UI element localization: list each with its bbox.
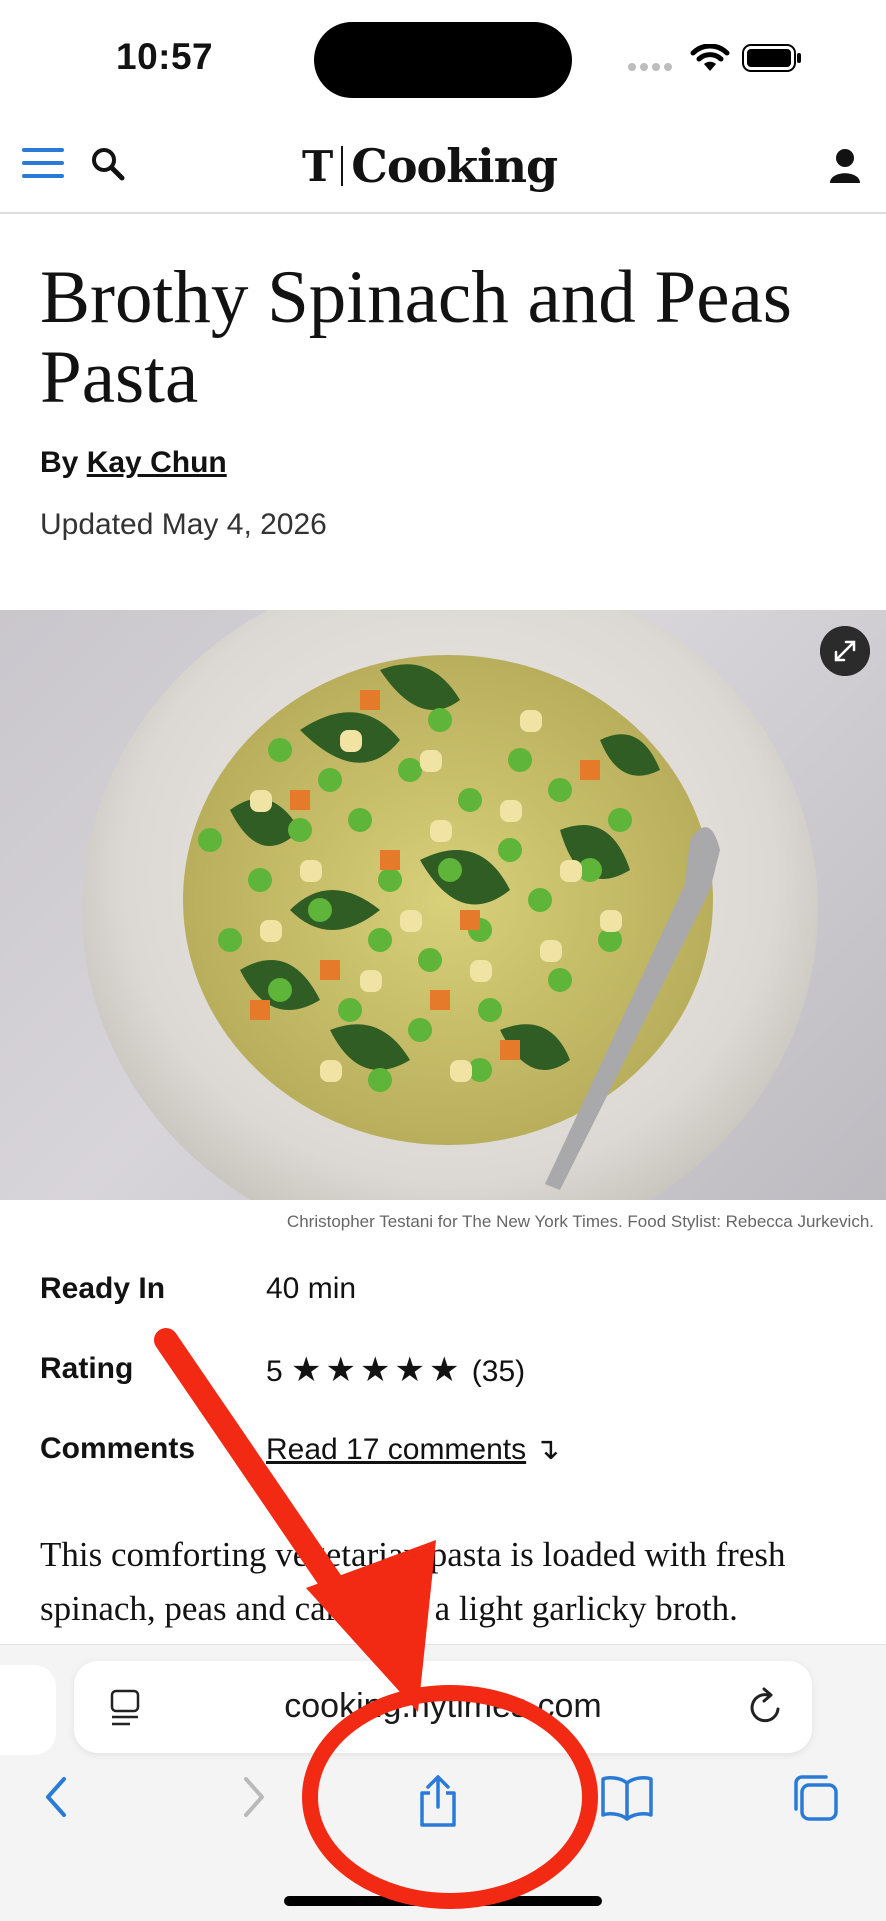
url-text: cooking.nytimes.com xyxy=(284,1687,602,1725)
reload-icon[interactable] xyxy=(746,1685,786,1729)
brand-name: Cooking xyxy=(351,139,558,193)
rating-count: (35) xyxy=(471,1355,526,1388)
comments-label: Comments xyxy=(40,1432,196,1465)
battery-icon xyxy=(742,44,801,72)
home-indicator xyxy=(284,1896,602,1906)
bookmarks-icon[interactable] xyxy=(600,1773,654,1821)
site-header: T Cooking xyxy=(0,120,886,214)
expand-image-icon[interactable] xyxy=(820,626,870,676)
cellular-signal-icon xyxy=(628,58,676,71)
tabs-icon[interactable] xyxy=(790,1773,840,1823)
read-comments-link[interactable]: Read 17 comments xyxy=(266,1433,526,1466)
account-icon[interactable] xyxy=(828,148,862,184)
forward-icon[interactable] xyxy=(238,1773,268,1821)
ready-in-value: 40 min xyxy=(266,1272,357,1305)
rating-stars: ★★★★★ xyxy=(291,1351,464,1389)
photo-caption: Christopher Testani for The New York Tim… xyxy=(286,1212,874,1231)
recipe-title: Brothy Spinach and Peas Pasta xyxy=(40,256,792,419)
dynamic-island xyxy=(314,22,572,98)
nyt-t-logo: T xyxy=(302,141,334,191)
safari-toolbar: cooking.nytimes.com xyxy=(0,1644,886,1921)
rating-row[interactable]: 5 ★★★★★ (35) xyxy=(266,1350,525,1390)
previous-tab-preview[interactable] xyxy=(0,1665,56,1755)
ready-in-label: Ready In xyxy=(40,1272,166,1305)
author-link[interactable]: Kay Chun xyxy=(87,446,227,479)
pasta-bowl-image xyxy=(82,610,818,1200)
comments-row[interactable]: Read 17 comments ↴ xyxy=(266,1432,560,1467)
byline: By Kay Chun xyxy=(40,446,227,480)
back-icon[interactable] xyxy=(42,1773,72,1821)
status-time: 10:57 xyxy=(116,36,214,77)
search-icon[interactable] xyxy=(90,146,126,182)
rating-label: Rating xyxy=(40,1352,134,1385)
address-bar[interactable]: cooking.nytimes.com xyxy=(74,1661,812,1753)
hamburger-menu-icon[interactable] xyxy=(22,148,64,182)
share-icon[interactable] xyxy=(414,1773,462,1829)
recipe-description: This comforting vegetarian pasta is load… xyxy=(40,1535,786,1628)
nyt-cooking-logo[interactable]: T Cooking xyxy=(302,134,558,198)
byline-prefix: By xyxy=(40,446,79,479)
logo-divider xyxy=(341,146,344,186)
wifi-icon xyxy=(690,44,730,71)
updated-date: Updated May 4, 2026 xyxy=(40,508,327,541)
status-bar: 10:57 xyxy=(0,0,886,120)
recipe-photo[interactable] xyxy=(0,610,886,1200)
down-arrow-icon: ↴ xyxy=(534,1433,560,1466)
rating-value: 5 xyxy=(266,1355,283,1388)
